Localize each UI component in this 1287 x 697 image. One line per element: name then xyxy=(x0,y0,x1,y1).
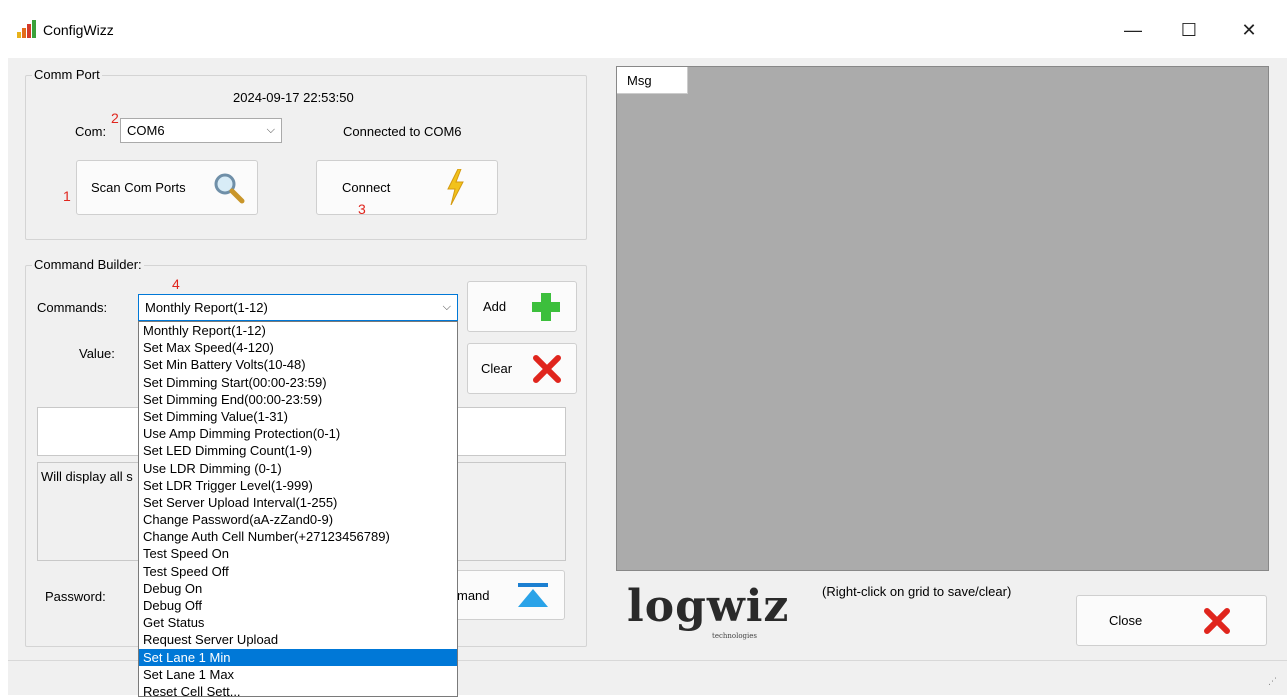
add-button[interactable]: Add xyxy=(467,281,577,332)
send-command-label: mand xyxy=(457,588,490,603)
step-marker-3: 3 xyxy=(358,201,366,217)
commands-select[interactable]: Monthly Report(1-12) ⌵ xyxy=(138,294,458,321)
window-title: ConfigWizz xyxy=(43,22,114,38)
dropdown-option[interactable]: Test Speed Off xyxy=(139,563,457,580)
logwiz-logo: logwiz xyxy=(627,581,790,632)
commands-selected-value: Monthly Report(1-12) xyxy=(145,300,268,315)
dropdown-option[interactable]: Change Auth Cell Number(+27123456789) xyxy=(139,528,457,545)
com-port-value: COM6 xyxy=(127,123,165,138)
step-marker-2: 2 xyxy=(111,110,119,126)
dropdown-option[interactable]: Set Dimming Start(00:00-23:59) xyxy=(139,374,457,391)
minimize-button[interactable]: — xyxy=(1110,14,1156,46)
close-button-label: Close xyxy=(1109,613,1143,628)
logo-subtitle: technologies xyxy=(712,632,758,640)
comm-port-group-label: Comm Port xyxy=(32,67,102,82)
dropdown-option[interactable]: Debug On xyxy=(139,580,457,597)
resize-grip-icon[interactable]: ⋰ xyxy=(1268,676,1277,687)
scan-com-ports-button[interactable]: Scan Com Ports xyxy=(76,160,258,215)
dropdown-option[interactable]: Set Dimming Value(1-31) xyxy=(139,408,457,425)
message-grid[interactable] xyxy=(616,66,1269,571)
dropdown-option[interactable]: Get Status xyxy=(139,614,457,631)
timestamp: 2024-09-17 22:53:50 xyxy=(233,90,354,105)
title-bar xyxy=(8,0,1287,58)
com-port-select[interactable]: COM6 ⌵ xyxy=(120,118,282,143)
red-x-icon xyxy=(1204,608,1230,634)
scan-button-label: Scan Com Ports xyxy=(91,180,186,195)
app-signal-icon xyxy=(17,20,36,38)
dropdown-option[interactable]: Set Lane 1 Max xyxy=(139,666,457,683)
com-label: Com: xyxy=(75,124,107,139)
dropdown-option[interactable]: Set Server Upload Interval(1-255) xyxy=(139,494,457,511)
commands-label: Commands: xyxy=(37,300,108,315)
upload-arrow-icon xyxy=(518,583,548,607)
msg-column-header[interactable]: Msg xyxy=(617,67,688,94)
close-window-button[interactable]: ✕ xyxy=(1226,14,1272,46)
maximize-button[interactable]: ☐ xyxy=(1166,14,1212,46)
dropdown-option-highlighted[interactable]: Set Lane 1 Min xyxy=(139,648,457,666)
command-builder-group-label: Command Builder: xyxy=(32,257,144,272)
dropdown-option[interactable]: Set LDR Trigger Level(1-999) xyxy=(139,477,457,494)
value-label: Value: xyxy=(79,346,115,361)
dropdown-option[interactable]: Test Speed On xyxy=(139,545,457,562)
red-x-icon xyxy=(533,355,561,383)
add-button-label: Add xyxy=(483,299,507,314)
dropdown-option[interactable]: Set Max Speed(4-120) xyxy=(139,339,457,356)
connect-button[interactable]: Connect xyxy=(316,160,498,215)
dropdown-option[interactable]: Change Password(aA-zZand0-9) xyxy=(139,511,457,528)
dropdown-option[interactable]: Use LDR Dimming (0-1) xyxy=(139,460,457,477)
connection-status: Connected to COM6 xyxy=(343,124,462,139)
dropdown-option[interactable]: Use Amp Dimming Protection(0-1) xyxy=(139,425,457,442)
plus-icon xyxy=(532,293,560,321)
dropdown-option[interactable]: Request Server Upload xyxy=(139,631,457,648)
chevron-down-icon: ⌵ xyxy=(442,301,451,313)
close-button[interactable]: Close xyxy=(1076,595,1267,646)
dropdown-option[interactable]: Set Min Battery Volts(10-48) xyxy=(139,356,457,373)
step-marker-4: 4 xyxy=(172,276,180,292)
clear-button[interactable]: Clear xyxy=(467,343,577,394)
password-label: Password: xyxy=(45,589,106,604)
send-command-button[interactable]: mand xyxy=(440,570,565,620)
dropdown-option[interactable]: Monthly Report(1-12) xyxy=(139,322,457,339)
chevron-down-icon: ⌵ xyxy=(266,124,275,136)
dropdown-option[interactable]: Set LED Dimming Count(1-9) xyxy=(139,442,457,459)
dropdown-option[interactable]: Debug Off xyxy=(139,597,457,614)
step-marker-1: 1 xyxy=(63,188,71,204)
lightning-bolt-icon xyxy=(447,169,464,205)
commands-dropdown-list[interactable]: Monthly Report(1-12) Set Max Speed(4-120… xyxy=(138,321,458,697)
grid-hint: (Right-click on grid to save/clear) xyxy=(822,584,1012,599)
connect-button-label: Connect xyxy=(342,180,391,195)
clear-button-label: Clear xyxy=(481,361,513,376)
magnifier-icon xyxy=(214,173,245,204)
info-text: Will display all s xyxy=(41,469,133,484)
dropdown-option[interactable]: Set Dimming End(00:00-23:59) xyxy=(139,391,457,408)
